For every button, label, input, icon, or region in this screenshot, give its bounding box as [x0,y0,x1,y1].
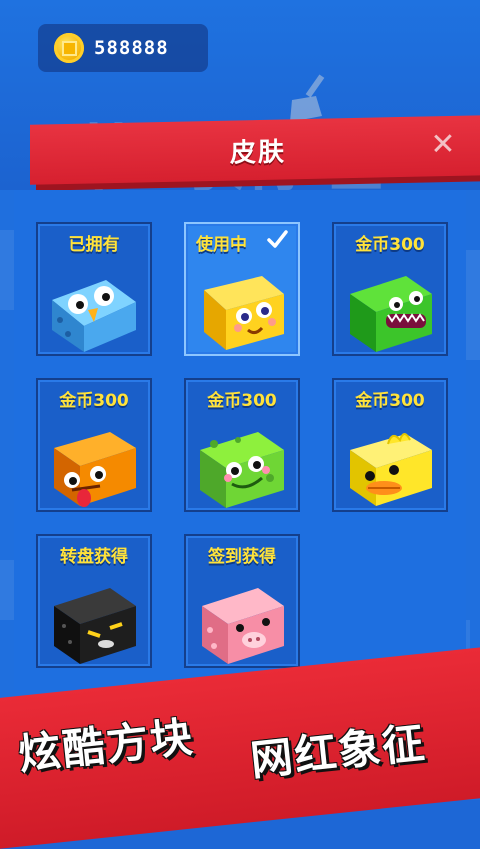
skin-price-label: 金币300 [355,235,425,255]
skin-price-label: 金币300 [207,391,277,411]
yellow-duck-character [350,433,432,506]
skin-card-blue-bird[interactable]: 已拥有 [36,222,152,356]
coin-icon [54,33,84,63]
skin-card-yellow-block[interactable]: 使用中 [184,222,300,356]
skin-price-label: 金币300 [59,391,129,411]
skin-card-black-cat[interactable]: 转盘获得 [36,534,152,668]
skin-card-green-frog[interactable]: 金币300 [184,378,300,512]
pink-pig-character [202,588,284,664]
checkmark-icon [267,230,288,248]
skin-unlock-label: 转盘获得 [60,547,128,567]
coin-balance: 588888 [38,24,208,72]
skin-status-label: 使用中 [196,235,247,255]
skin-card-yellow-duck[interactable]: 金币300 [332,378,448,512]
skin-status-label: 已拥有 [68,235,120,255]
close-button[interactable]: ✕ [428,127,458,163]
page-title: 皮肤 [229,136,286,169]
skin-card-green-monster[interactable]: 金币300 [332,222,448,356]
green-monster-character [350,276,432,352]
green-frog-character [200,432,284,508]
orange-monster-character [54,432,136,507]
coin-value: 588888 [94,37,169,59]
skin-price-label: 金币300 [355,391,425,411]
skin-unlock-label: 签到获得 [208,547,276,567]
skin-card-pink-pig[interactable]: 签到获得 [184,534,300,668]
header-ribbon: 皮肤 ✕ [30,115,480,185]
skin-card-orange-monster[interactable]: 金币300 [36,378,152,512]
blue-bird-character [52,280,136,352]
yellow-block-character [204,276,284,350]
black-cat-character [54,588,136,664]
